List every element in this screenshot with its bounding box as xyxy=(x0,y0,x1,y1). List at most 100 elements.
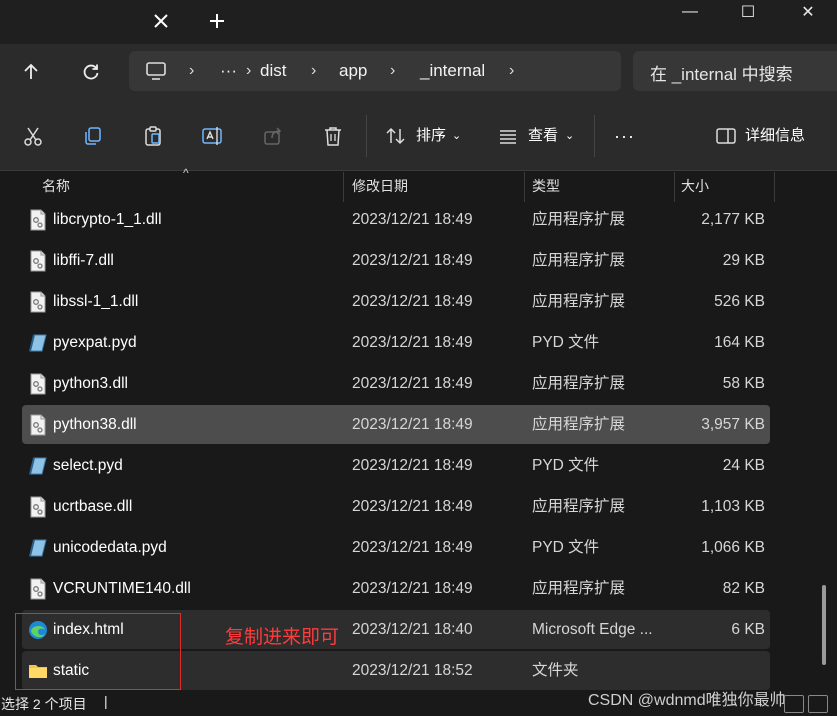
tiles-view-icon[interactable] xyxy=(808,695,828,713)
file-name: libcrypto-1_1.dll xyxy=(53,211,162,228)
file-date: 2023/12/21 18:49 xyxy=(352,580,473,597)
file-row[interactable]: libffi-7.dll 2023/12/21 18:49 应用程序扩展 29 … xyxy=(22,241,770,280)
search-placeholder: 在 _internal 中搜索 xyxy=(650,65,793,84)
address-bar[interactable] xyxy=(129,51,621,91)
file-type: Microsoft Edge ... xyxy=(532,621,653,638)
computer-icon xyxy=(145,60,167,82)
file-name: unicodedata.pyd xyxy=(53,539,167,556)
file-name: select.pyd xyxy=(53,457,123,474)
file-row[interactable]: ucrtbase.dll 2023/12/21 18:49 应用程序扩展 1,1… xyxy=(22,487,770,526)
view-icon[interactable] xyxy=(494,122,522,150)
details-view-icon[interactable] xyxy=(784,695,804,713)
column-divider[interactable] xyxy=(774,172,775,202)
rename-icon[interactable] xyxy=(199,122,227,150)
file-date: 2023/12/21 18:49 xyxy=(352,252,473,269)
file-row[interactable]: pyexpat.pyd 2023/12/21 18:49 PYD 文件 164 … xyxy=(22,323,770,362)
column-header-name[interactable]: 名称 xyxy=(42,172,70,202)
breadcrumb-separator-icon: › xyxy=(509,62,515,79)
file-row[interactable]: select.pyd 2023/12/21 18:49 PYD 文件 24 KB xyxy=(22,446,770,485)
file-date: 2023/12/21 18:49 xyxy=(352,211,473,228)
up-arrow-icon[interactable] xyxy=(16,58,46,86)
file-name: python3.dll xyxy=(53,375,128,392)
file-type: 应用程序扩展 xyxy=(532,416,626,433)
status-separator: | xyxy=(104,693,108,709)
breadcrumb-separator-icon: › xyxy=(246,62,252,79)
sort-chevron-icon[interactable]: ⌄ xyxy=(452,126,461,146)
file-row[interactable]: libcrypto-1_1.dll 2023/12/21 18:49 应用程序扩… xyxy=(22,200,770,239)
file-size: 6 KB xyxy=(731,621,765,638)
file-type: 应用程序扩展 xyxy=(532,580,626,597)
sort-up-icon: ^ xyxy=(183,166,189,180)
annotation-highlight-box xyxy=(15,613,181,690)
column-divider[interactable] xyxy=(343,172,344,202)
file-size: 526 KB xyxy=(714,293,765,310)
sort-icon[interactable] xyxy=(382,122,410,150)
file-type: 应用程序扩展 xyxy=(532,252,626,269)
file-row[interactable]: libssl-1_1.dll 2023/12/21 18:49 应用程序扩展 5… xyxy=(22,282,770,321)
copy-icon[interactable] xyxy=(79,122,107,150)
delete-icon[interactable] xyxy=(319,122,347,150)
file-date: 2023/12/21 18:49 xyxy=(352,498,473,515)
vertical-scrollbar-thumb[interactable] xyxy=(822,585,826,665)
file-type: 应用程序扩展 xyxy=(532,375,626,392)
details-pane-icon[interactable] xyxy=(712,122,740,150)
file-name: libffi-7.dll xyxy=(53,252,114,269)
file-date: 2023/12/21 18:49 xyxy=(352,457,473,474)
breadcrumb-separator-icon: › xyxy=(311,62,317,79)
dll-file-icon xyxy=(28,291,48,313)
watermark: CSDN @wdnmd唯独你最帅 xyxy=(588,692,786,709)
paste-icon[interactable] xyxy=(139,122,167,150)
file-date: 2023/12/21 18:49 xyxy=(352,334,473,351)
maximize-button[interactable]: ☐ xyxy=(719,0,777,24)
view-button[interactable]: 查看 xyxy=(528,126,558,146)
file-size: 1,066 KB xyxy=(701,539,765,556)
view-chevron-icon[interactable]: ⌄ xyxy=(565,126,574,146)
file-size: 1,103 KB xyxy=(701,498,765,515)
column-header-modified[interactable]: 修改日期 xyxy=(352,172,408,202)
sort-button[interactable]: 排序 xyxy=(416,126,446,146)
minimize-button[interactable]: — xyxy=(661,0,719,24)
file-date: 2023/12/21 18:40 xyxy=(352,621,473,638)
breadcrumb-separator-icon: › xyxy=(189,62,195,79)
column-header-size[interactable]: 大小 xyxy=(681,172,709,202)
file-name: ucrtbase.dll xyxy=(53,498,133,515)
file-size: 3,957 KB xyxy=(701,416,765,433)
breadcrumb-separator-icon: › xyxy=(390,62,396,79)
dll-file-icon xyxy=(28,250,48,272)
column-header-type[interactable]: 类型 xyxy=(532,172,560,202)
file-row[interactable]: python3.dll 2023/12/21 18:49 应用程序扩展 58 K… xyxy=(22,364,770,403)
pyd-file-icon xyxy=(28,332,48,354)
cut-icon[interactable] xyxy=(19,122,47,150)
file-date: 2023/12/21 18:49 xyxy=(352,416,473,433)
file-date: 2023/12/21 18:49 xyxy=(352,293,473,310)
file-name: VCRUNTIME140.dll xyxy=(53,580,191,597)
breadcrumb-app[interactable]: app xyxy=(339,60,367,82)
file-type: 应用程序扩展 xyxy=(532,211,626,228)
file-name: libssl-1_1.dll xyxy=(53,293,139,310)
toolbar-divider xyxy=(594,115,595,157)
new-tab-icon[interactable] xyxy=(206,10,228,32)
breadcrumb-internal[interactable]: _internal xyxy=(420,60,485,82)
refresh-icon[interactable] xyxy=(76,58,106,86)
dll-file-icon xyxy=(28,209,48,231)
file-size: 58 KB xyxy=(722,375,765,392)
file-row-selected[interactable]: python38.dll 2023/12/21 18:49 应用程序扩展 3,9… xyxy=(22,405,770,444)
selection-status: 选择 2 个项目 xyxy=(1,696,87,712)
breadcrumb-more[interactable]: ··· xyxy=(220,60,237,82)
more-options-button[interactable]: ··· xyxy=(614,126,635,146)
file-date: 2023/12/21 18:49 xyxy=(352,539,473,556)
file-row[interactable]: unicodedata.pyd 2023/12/21 18:49 PYD 文件 … xyxy=(22,528,770,567)
file-size: 82 KB xyxy=(722,580,765,597)
close-tab-icon[interactable] xyxy=(150,10,172,32)
details-button[interactable]: 详细信息 xyxy=(745,126,805,146)
column-divider[interactable] xyxy=(674,172,675,202)
breadcrumb-dist[interactable]: dist xyxy=(260,60,286,82)
close-window-button[interactable]: ✕ xyxy=(779,0,837,24)
column-divider[interactable] xyxy=(524,172,525,202)
toolbar-divider xyxy=(366,115,367,157)
search-input[interactable]: 在 _internal 中搜索 xyxy=(633,51,837,91)
file-row[interactable]: VCRUNTIME140.dll 2023/12/21 18:49 应用程序扩展… xyxy=(22,569,770,608)
pyd-file-icon xyxy=(28,537,48,559)
dll-file-icon xyxy=(28,414,48,436)
file-type: 应用程序扩展 xyxy=(532,293,626,310)
